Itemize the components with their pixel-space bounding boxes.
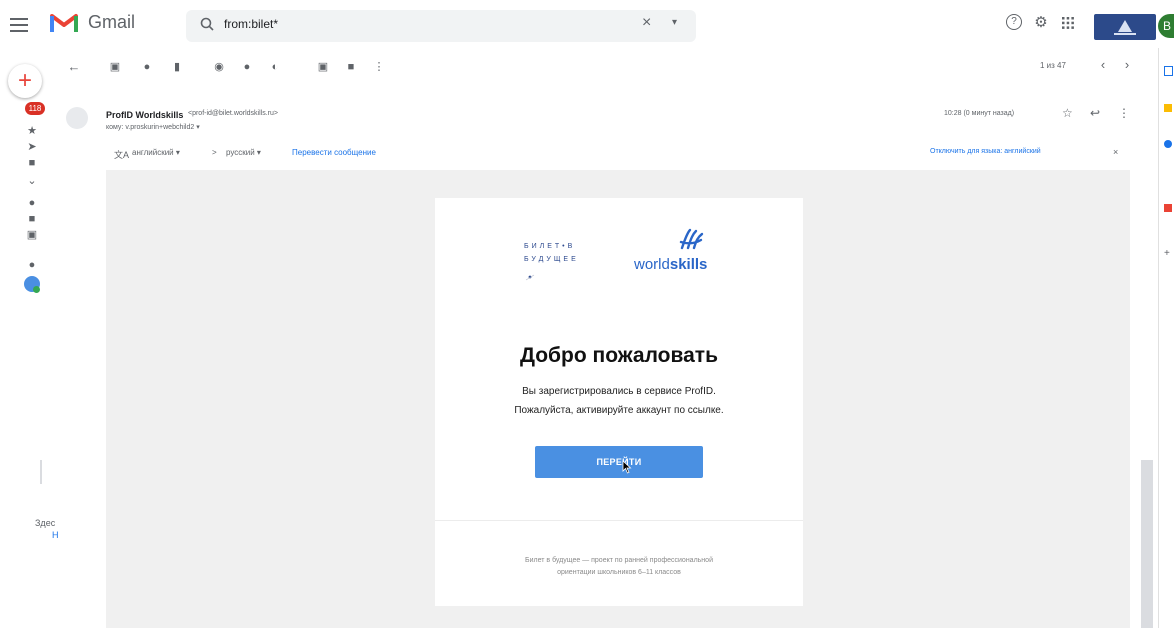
inbox-unread-badge[interactable]: 118 — [25, 102, 45, 115]
translate-message-link[interactable]: Перевести сообщение — [292, 148, 376, 157]
starred-icon[interactable]: ★ — [25, 124, 39, 138]
delete-icon[interactable]: ▮ — [170, 60, 184, 74]
apps-grid-icon[interactable] — [1062, 17, 1074, 29]
search-input[interactable]: from:bilet* — [224, 17, 278, 31]
bilet-logo-line2: БУДУЩЕЕ — [524, 256, 579, 263]
calendar-icon[interactable]: ▣ — [25, 228, 39, 242]
rail-footer-text: Здес — [35, 518, 56, 528]
target-language-dropdown[interactable]: русский ▾ — [226, 148, 261, 157]
keep-addon-icon[interactable] — [1164, 104, 1172, 112]
search-options-icon[interactable]: ▾ — [672, 17, 677, 28]
more-actions-icon[interactable]: ⋮ — [372, 60, 386, 74]
message-more-icon[interactable]: ⋮ — [1118, 106, 1130, 120]
organization-logo[interactable] — [1094, 14, 1156, 40]
labels-icon[interactable]: ■ — [344, 60, 358, 74]
worldskills-logo: worldskills — [634, 228, 714, 276]
email-footer-line2: ориентации школьников 6–11 классов — [557, 569, 681, 576]
rail-footer-link[interactable]: Н — [52, 530, 59, 540]
sender-avatar[interactable] — [66, 107, 88, 129]
sender-name[interactable]: ProfID Worldskills — [106, 110, 183, 120]
bilet-logo-line1: БИЛЕТ•В — [524, 243, 576, 250]
worldskills-hand-icon — [679, 228, 704, 250]
snooze-icon[interactable]: ● — [240, 60, 254, 74]
report-spam-icon[interactable]: ● — [140, 60, 154, 74]
sender-email: <prof-id@bilet.worldskills.ru> — [188, 110, 278, 117]
clear-search-icon[interactable]: × — [642, 14, 651, 32]
card-divider — [435, 520, 803, 521]
bilet-v-budushchee-logo: БИЛЕТ•В БУДУЩЕЕ — [524, 235, 604, 285]
meet-icon[interactable]: ● — [25, 196, 39, 210]
next-page-icon[interactable]: › — [1120, 58, 1134, 72]
registration-text: Вы зарегистрировались в сервисе ProfID. — [522, 386, 716, 397]
settings-icon[interactable]: ⚙ — [1032, 14, 1050, 32]
gmail-logo-icon[interactable] — [50, 12, 78, 34]
search-icon[interactable] — [200, 17, 214, 31]
email-card — [435, 198, 803, 606]
translate-arrow: > — [212, 148, 217, 157]
source-language-dropdown[interactable]: английский ▾ — [132, 148, 180, 157]
sent-icon[interactable]: ➤ — [25, 140, 39, 154]
activate-button[interactable]: ПЕРЕЙТИ — [535, 446, 703, 478]
compose-button[interactable]: + — [8, 64, 42, 98]
translate-icon: 文A — [114, 150, 130, 160]
online-status-icon — [33, 286, 40, 293]
worldskills-word-prefix: world — [634, 256, 670, 273]
close-translate-icon[interactable]: × — [1113, 147, 1118, 157]
tasks-addon-icon[interactable] — [1164, 140, 1172, 148]
add-task-icon[interactable]: ◐ — [268, 60, 282, 74]
welcome-title: Добро пожаловать — [520, 344, 718, 367]
activation-text: Пожалуйста, активируйте аккаунт по ссылк… — [514, 405, 724, 416]
prev-page-icon[interactable]: ‹ — [1096, 58, 1110, 72]
video-icon[interactable]: ■ — [25, 212, 39, 226]
contact-avatar-icon[interactable] — [24, 276, 40, 293]
reply-icon[interactable]: ↩ — [1090, 106, 1100, 120]
worldskills-word-suffix: skills — [669, 256, 708, 273]
addon-icon[interactable] — [1164, 204, 1172, 212]
app-name: Gmail — [88, 12, 136, 32]
message-time: 10:28 (0 минут назад) — [944, 110, 1015, 117]
move-to-icon[interactable]: ▣ — [316, 60, 330, 74]
email-footer-line1: Билет в будущее — проект по ранней профе… — [525, 557, 713, 564]
mouse-cursor-icon — [622, 460, 632, 474]
help-icon[interactable]: ? — [1006, 14, 1022, 30]
rail-divider — [40, 460, 42, 484]
disable-translate-link[interactable]: Отключить для языка: английский — [930, 148, 1041, 155]
calendar-addon-icon[interactable] — [1164, 66, 1173, 76]
star-icon[interactable]: ☆ — [1062, 106, 1073, 120]
pager-text: 1 из 47 — [1040, 61, 1066, 70]
scrollbar[interactable] — [1141, 460, 1153, 628]
side-panel — [1158, 48, 1174, 628]
archive-icon[interactable]: ▣ — [108, 60, 122, 74]
label-icon[interactable]: ■ — [25, 156, 39, 170]
main-menu-icon[interactable] — [8, 14, 30, 36]
worldskills-wordmark: worldskills — [634, 256, 707, 273]
mark-unread-icon[interactable]: ◉ — [212, 60, 226, 74]
back-icon[interactable]: ← — [67, 60, 81, 74]
add-addon-icon[interactable]: + — [1164, 248, 1170, 259]
chat-icon[interactable]: ● — [25, 258, 39, 272]
more-chevron-icon[interactable]: ⌄ — [25, 174, 39, 188]
recipient-line[interactable]: кому: v.proskurin+webchild2 ▾ — [106, 123, 200, 131]
